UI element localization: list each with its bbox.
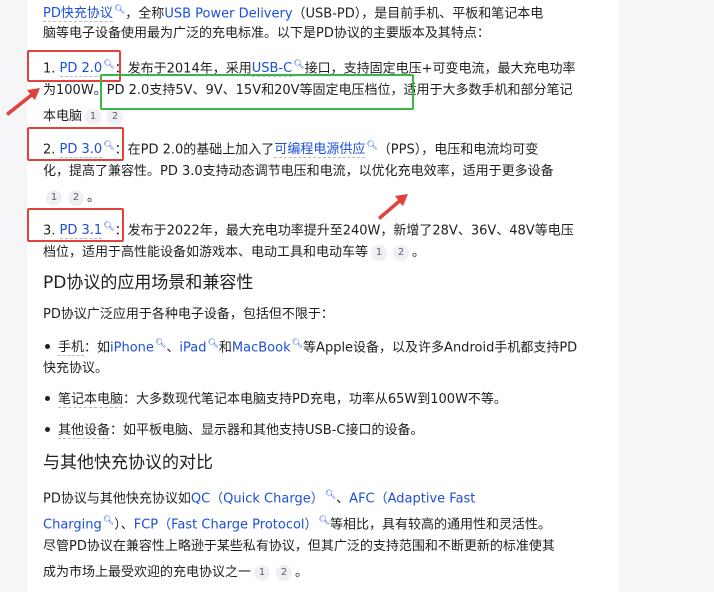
- conjunction: 和: [218, 340, 232, 356]
- pd30-line-3: 1 2。: [43, 187, 100, 209]
- separator: 、: [336, 491, 350, 507]
- bullet-text: ：大多数现代笔记本电脑支持PD充电，功率从65W到100W不等。: [123, 392, 507, 407]
- reference-badge[interactable]: 2: [107, 108, 124, 125]
- reference-badge[interactable]: 1: [371, 244, 388, 261]
- item-text: （PPS），电压和电流均可变: [377, 142, 539, 158]
- bullet-text: ：如: [84, 340, 111, 356]
- intro-text: ，全称: [125, 6, 165, 22]
- compare-line-4: 成为市场上最受欢迎的充电协议之一 1 2。: [43, 562, 308, 584]
- search-icon[interactable]: 🔍︎: [319, 516, 330, 526]
- fcp-link[interactable]: FCP（Fast Charge Protocol）: [134, 517, 318, 532]
- item-text: 档位，适用于高性能设备如游戏本、电动工具和电动车等: [43, 245, 369, 260]
- compare-line-3: 尽管PD协议在兼容性上略逊于某些私有协议，但其广泛的支持范围和不断更新的标准使其: [43, 539, 555, 554]
- pd31-line-2: 档位，适用于高性能设备如游戏本、电动工具和电动车等 1 2。: [43, 242, 425, 264]
- bullet-phone-line-1: 手机：如iPhone🔍︎、iPad🔍︎和MacBook🔍︎等Apple设备，以及…: [43, 333, 577, 359]
- laptop-term[interactable]: 笔记本电脑: [58, 392, 124, 408]
- item-text: ：在PD 2.0的基础上加入了: [114, 142, 275, 158]
- bullet-dot: [45, 396, 50, 401]
- bullet-laptop: 笔记本电脑：大多数现代笔记本电脑支持PD充电，功率从65W到100W不等。: [43, 389, 507, 411]
- pd-fast-charge-link[interactable]: PD快充协议: [43, 6, 113, 23]
- bullet-text: 等Apple设备，以及许多Android手机都支持PD: [303, 340, 578, 356]
- reference-badge[interactable]: 1: [85, 108, 102, 125]
- period: 。: [87, 190, 101, 205]
- period: 。: [412, 245, 426, 260]
- iphone-link[interactable]: iPhone: [110, 340, 154, 355]
- pd20-link[interactable]: PD 2.0: [59, 61, 103, 78]
- item-text: 本电脑: [43, 109, 83, 124]
- pps-link[interactable]: 可编程电源供应: [274, 142, 366, 159]
- item-index: 3.: [43, 223, 56, 239]
- compare-text: 等相比，具有较高的通用性和灵活性。: [329, 517, 551, 533]
- usb-pd-link[interactable]: USB Power Delivery: [164, 6, 292, 21]
- intro-line-2: 脑等电子设备使用最为广泛的充电标准。以下是PD协议的主要版本及其特点：: [43, 26, 490, 41]
- search-icon[interactable]: 🔍︎: [292, 339, 303, 349]
- section-heading-usage: PD协议的应用场景和兼容性: [43, 273, 254, 293]
- search-icon[interactable]: 🔍︎: [114, 5, 125, 15]
- period: 。: [295, 565, 309, 580]
- reference-badge[interactable]: 2: [68, 189, 84, 206]
- search-icon[interactable]: 🔍︎: [103, 60, 114, 70]
- afc-link-cont[interactable]: Charging: [43, 517, 102, 532]
- reference-badge[interactable]: 2: [276, 564, 293, 581]
- usb-c-link[interactable]: USB-C: [251, 61, 293, 78]
- ipad-link[interactable]: iPad: [179, 340, 206, 355]
- bullet-text: ：如平板电脑、显示器和其他支持USB-C接口的设备。: [110, 423, 424, 438]
- other-term[interactable]: 其他设备: [58, 423, 111, 439]
- pd20-line-3: 本电脑 1 2: [43, 106, 126, 128]
- afc-link[interactable]: AFC（Adaptive Fast: [349, 491, 475, 506]
- search-icon[interactable]: 🔍︎: [207, 339, 218, 349]
- pd30-line-1: 2. PD 3.0🔍︎：在PD 2.0的基础上加入了可编程电源供应🔍︎（PPS）…: [43, 135, 538, 161]
- compare-line-1: PD协议与其他快充协议如QC（Quick Charge）🔍︎、AFC（Adapt…: [43, 484, 475, 510]
- bullet-dot: [45, 344, 50, 350]
- bullet-other: 其他设备：如平板电脑、显示器和其他支持USB-C接口的设备。: [43, 420, 423, 442]
- search-icon[interactable]: 🔍︎: [325, 490, 336, 500]
- highlighted-text: PD 2.0支持5V、9V、15V和20V等固定电压档位: [106, 83, 391, 98]
- reference-badge[interactable]: 2: [393, 244, 410, 261]
- reference-badge[interactable]: 1: [46, 189, 62, 206]
- item-index: 1.: [43, 61, 56, 77]
- bullet-phone-line-2: 快充协议。: [43, 361, 109, 376]
- item-text: ：发布于2014年，采用: [114, 61, 252, 77]
- macbook-link[interactable]: MacBook: [232, 340, 291, 355]
- item-text: 接口，支持固定电压+可变电流，最大充电功率: [304, 61, 576, 77]
- reference-badge[interactable]: 1: [254, 564, 271, 581]
- search-icon[interactable]: 🔍︎: [155, 339, 166, 349]
- separator: 、: [166, 340, 180, 356]
- pd30-link[interactable]: PD 3.0: [59, 142, 103, 159]
- answer-card: PD快充协议🔍︎，全称USB Power Delivery（USB-PD），是目…: [27, 0, 619, 592]
- search-icon[interactable]: 🔍︎: [103, 141, 114, 151]
- intro-line-1: PD快充协议🔍︎，全称USB Power Delivery（USB-PD），是目…: [43, 0, 543, 25]
- pd20-line-1: 1. PD 2.0🔍︎：发布于2014年，采用USB-C🔍︎接口，支持固定电压+…: [43, 54, 576, 80]
- usage-intro: PD协议广泛应用于各种电子设备，包括但不限于：: [43, 307, 334, 322]
- section-heading-compare: 与其他快充协议的对比: [43, 453, 213, 473]
- search-icon[interactable]: 🔍︎: [293, 60, 304, 70]
- bullet-dot: [45, 427, 50, 432]
- item-text: 为100W。: [43, 83, 107, 98]
- answer-content: PD快充协议🔍︎，全称USB Power Delivery（USB-PD），是目…: [43, 0, 619, 592]
- search-icon[interactable]: 🔍︎: [103, 516, 114, 526]
- compare-line-2: Charging🔍︎）、FCP（Fast Charge Protocol）🔍︎等…: [43, 510, 551, 536]
- compare-text: 成为市场上最受欢迎的充电协议之一: [43, 565, 252, 580]
- search-icon[interactable]: 🔍︎: [103, 222, 114, 232]
- search-icon[interactable]: 🔍︎: [366, 141, 377, 151]
- pd31-link[interactable]: PD 3.1: [59, 223, 103, 240]
- compare-text: PD协议与其他快充协议如: [43, 491, 191, 507]
- pd31-line-1: 3. PD 3.1🔍︎：发布于2022年，最大充电功率提升至240W，新增了28…: [43, 216, 574, 242]
- pd20-line-2: 为100W。PD 2.0支持5V、9V、15V和20V等固定电压档位，适用于大多…: [43, 80, 573, 102]
- separator: ）、: [114, 517, 134, 533]
- item-text: ，适用于大多数手机和部分笔记: [390, 83, 573, 98]
- pd30-line-2: 化，提高了兼容性。PD 3.0支持动态调节电压和电流，以优化充电效率，适用于更多…: [43, 164, 554, 179]
- item-text: ：发布于2022年，最大充电功率提升至240W，新增了28V、36V、48V等电…: [114, 223, 574, 239]
- item-index: 2.: [43, 142, 56, 158]
- qc-link[interactable]: QC（Quick Charge）: [191, 491, 324, 506]
- intro-text-2: （USB-PD），是目前手机、平板和笔记本电: [292, 6, 544, 22]
- phone-term[interactable]: 手机: [58, 340, 85, 357]
